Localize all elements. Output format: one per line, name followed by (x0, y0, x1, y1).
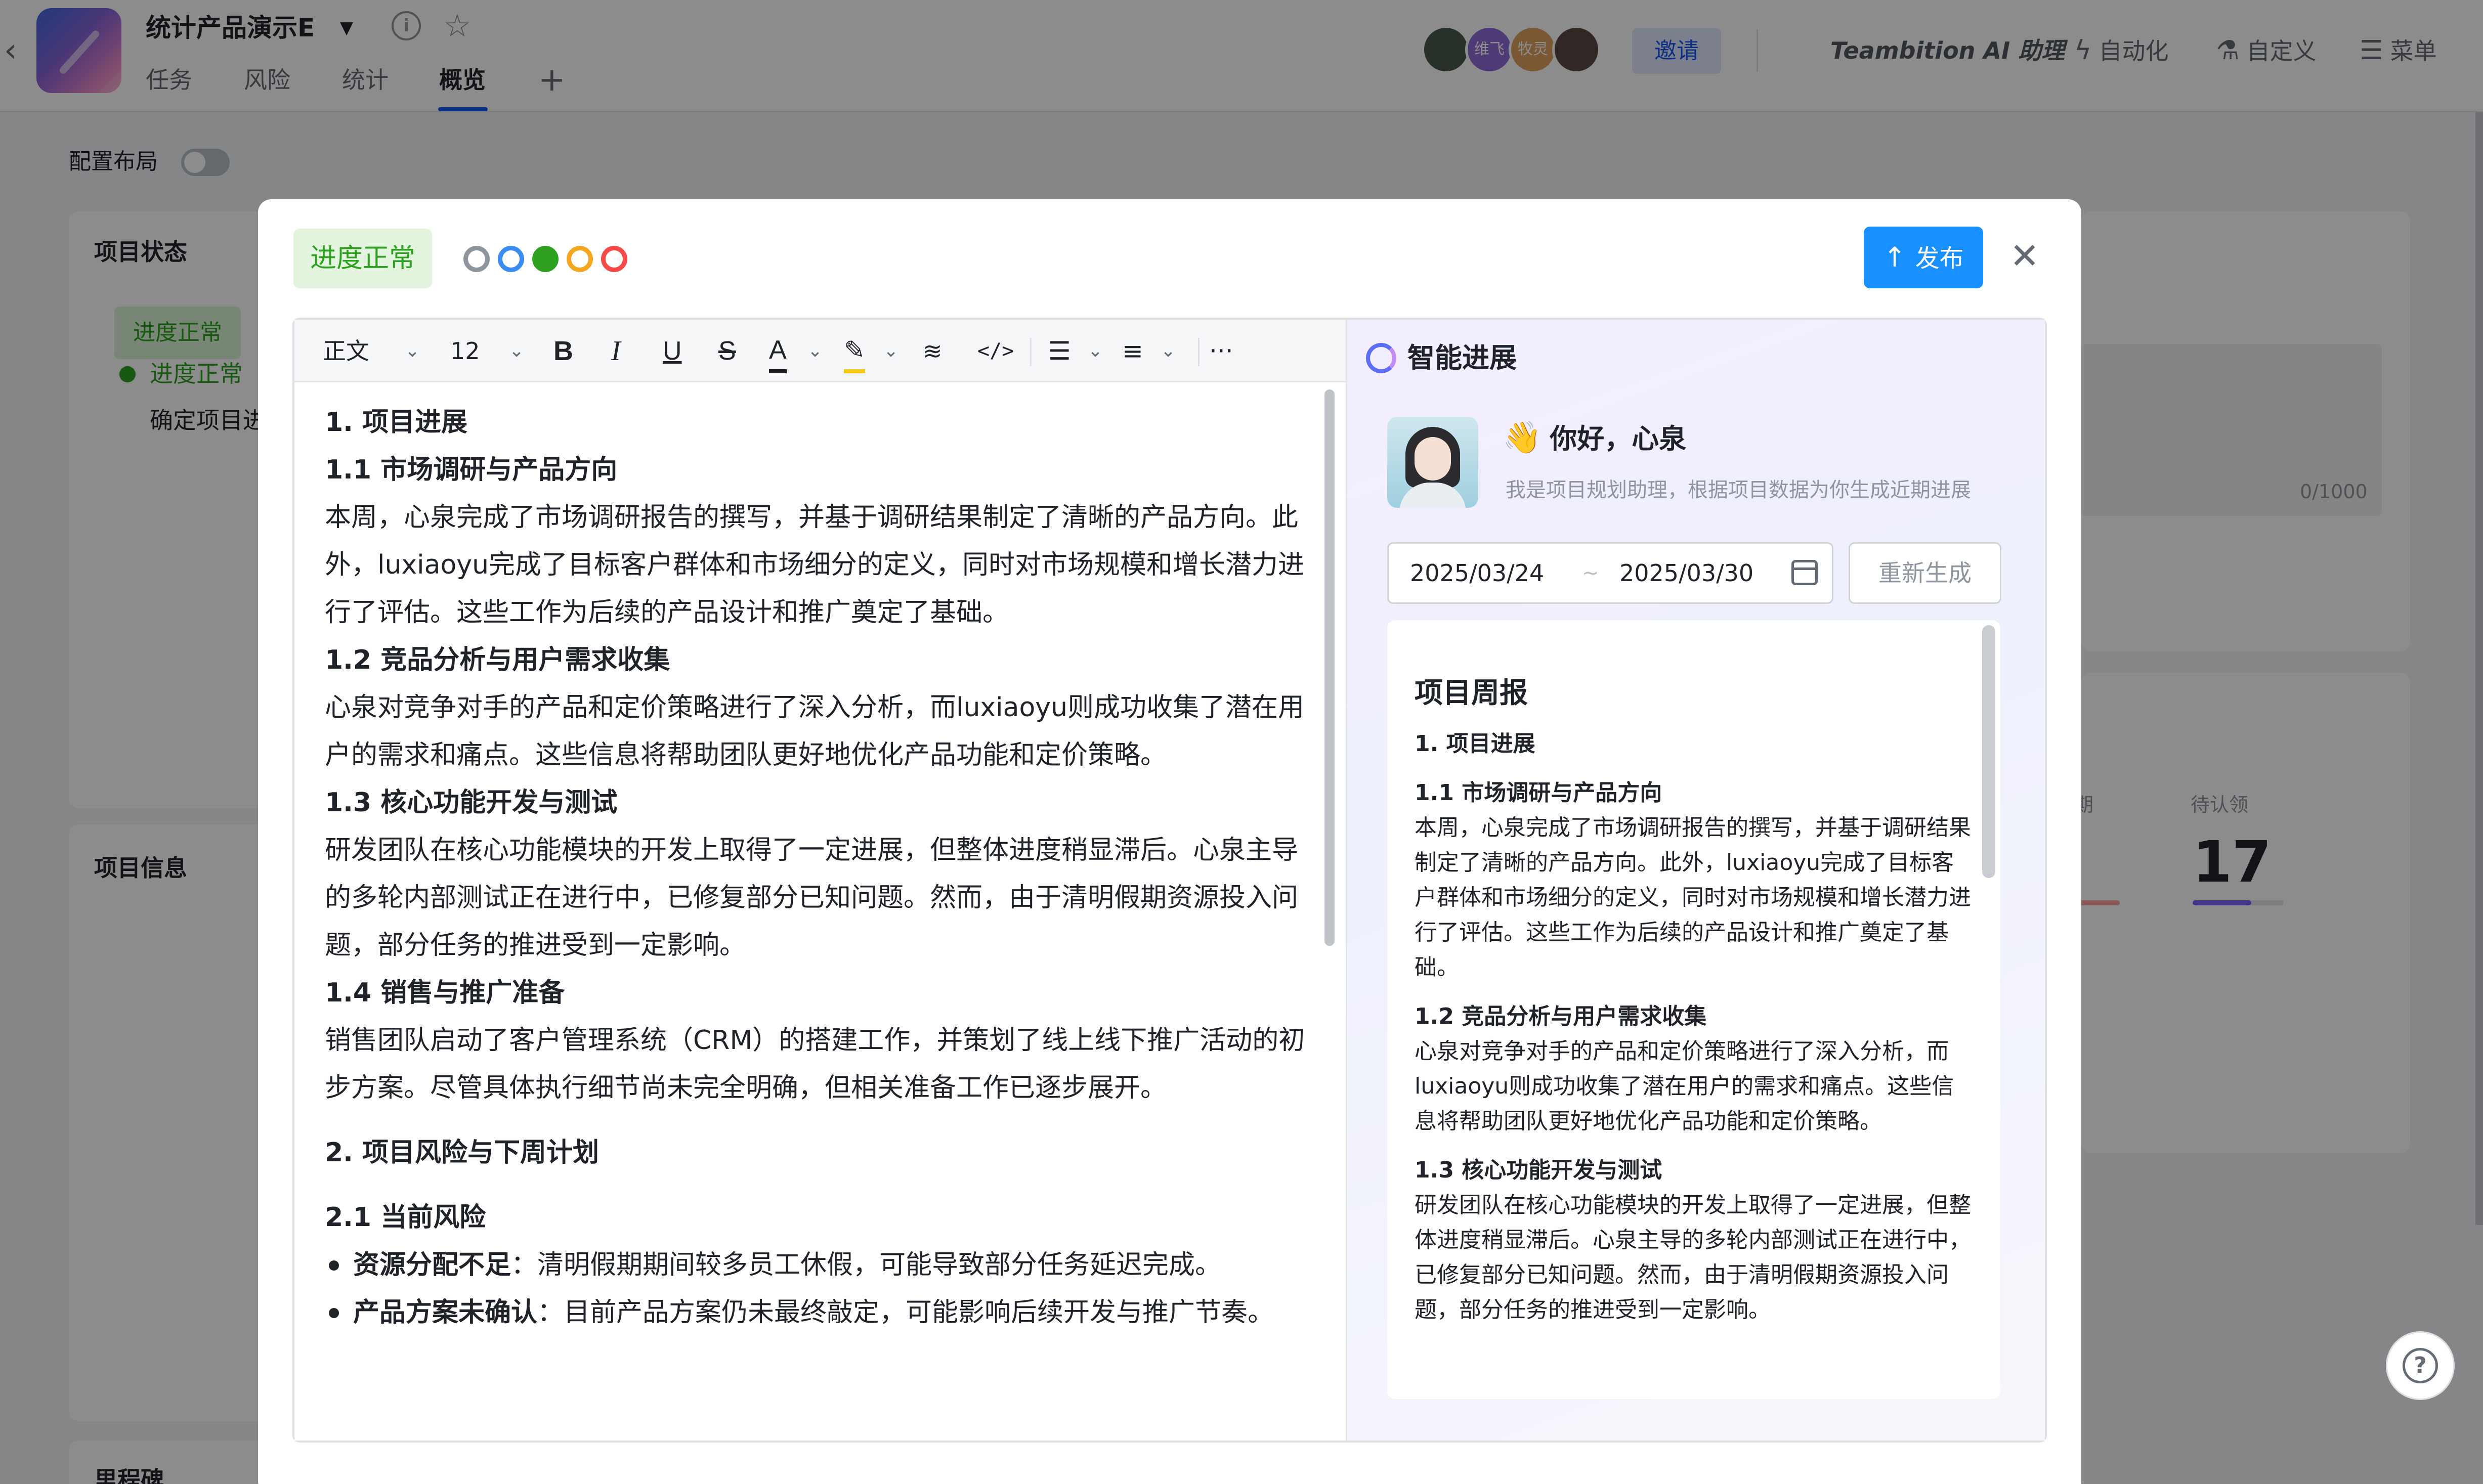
assistant-avatar (1387, 417, 1478, 508)
underline-icon[interactable]: U (663, 320, 682, 382)
rich-text-editor[interactable]: 1. 项目进展 1.1 市场调研与产品方向本周，心泉完成了市场调研报告的撰写，并基… (294, 383, 1326, 1441)
ai-panel-title: 智能进展 (1407, 342, 1517, 374)
calendar-icon[interactable] (1791, 560, 1818, 585)
risk-text: ：清明假期期间较多员工休假，可能导致部分任务延迟完成。 (511, 1250, 1222, 1280)
chevron-down-icon[interactable]: ⌄ (405, 320, 420, 382)
assistant-greeting: 👋 你好，心泉 (1503, 415, 1686, 462)
help-button[interactable]: ? (2386, 1331, 2455, 1400)
section-heading: 1.2 竞品分析与用户需求收集 (325, 645, 670, 675)
toolbar-divider (1030, 338, 1032, 366)
risk-label: 资源分配不足 (353, 1250, 511, 1280)
risk-list-item: 资源分配不足：清明假期期间较多员工休假，可能导致部分任务延迟完成。 (325, 1241, 1316, 1289)
section-heading: 1.3 核心功能开发与测试 (325, 788, 618, 818)
waving-hand-icon: 👋 (1503, 419, 1542, 456)
greeting-text: 你好，心泉 (1550, 423, 1687, 455)
format-painter-icon[interactable]: ≋ (923, 320, 943, 382)
chevron-down-icon[interactable]: ⌄ (807, 320, 823, 382)
section-heading: 2. 项目风险与下周计划 (325, 1138, 600, 1168)
strikethrough-icon[interactable]: S (718, 320, 736, 382)
assistant-subtitle: 我是项目规划助理，根据项目数据为你生成近期进展 (1506, 478, 1971, 502)
chevron-down-icon[interactable]: ⌄ (1161, 320, 1176, 382)
report-content: 项目周报 1. 项目进展 1.1 市场调研与产品方向本周，心泉完成了市场调研报告的… (1415, 671, 1971, 1327)
date-start[interactable]: 2025/03/24 (1410, 544, 1544, 602)
status-dot-red[interactable] (601, 246, 627, 272)
bullet-list-icon[interactable]: ☰ (1048, 320, 1071, 382)
italic-icon[interactable]: I (611, 320, 621, 382)
modal-status-tag[interactable]: 进度正常 (293, 229, 432, 288)
risk-text: ：目前产品方案仍未最终敲定，可能影响后续开发与推广节奏。 (537, 1297, 1274, 1328)
date-end[interactable]: 2025/03/30 (1619, 544, 1753, 602)
chevron-down-icon[interactable]: ⌄ (883, 320, 898, 382)
more-icon[interactable]: ··· (1209, 320, 1233, 382)
publish-label: 发布 (1915, 244, 1964, 273)
ai-spinner-icon (1366, 343, 1396, 373)
section-heading: 1.4 销售与推广准备 (325, 978, 565, 1008)
section-heading: 1.1 市场调研与产品方向 (325, 455, 618, 485)
editor-content[interactable]: 1. 项目进展 1.1 市场调研与产品方向本周，心泉完成了市场调研报告的撰写，并基… (325, 399, 1316, 1336)
date-separator: ~ (1582, 561, 1599, 585)
report-scrollbar[interactable] (1982, 625, 1995, 878)
risk-label: 产品方案未确认 (353, 1297, 538, 1328)
section-paragraph: 研发团队在核心功能模块的开发上取得了一定进展，但整体进度稍显滞后。心泉主导的多轮… (325, 835, 1299, 961)
report-heading: 1.3 核心功能开发与测试 (1415, 1157, 1662, 1183)
publish-button[interactable]: ↑ 发布 (1864, 227, 1983, 288)
report-title: 项目周报 (1415, 677, 1528, 710)
report-heading: 1. 项目进展 (1415, 731, 1535, 757)
editor-toolbar: 正文 ⌄ 12 ⌄ B I U S A ⌄ ✎ ⌄ ≋ </> ☰ ⌄ ≡ ⌄ … (294, 320, 1346, 382)
bold-icon[interactable]: B (553, 320, 573, 382)
editor-scrollbar[interactable] (1324, 389, 1335, 946)
report-heading: 1.1 市场调研与产品方向 (1415, 780, 1662, 806)
font-size-select[interactable]: 12 (450, 320, 480, 382)
numbered-list-icon[interactable]: ≡ (1122, 320, 1143, 382)
date-range-picker[interactable]: 2025/03/24 ~ 2025/03/30 (1387, 542, 1833, 604)
font-color-icon[interactable]: A (769, 325, 787, 373)
chevron-down-icon[interactable]: ⌄ (1088, 320, 1103, 382)
section-paragraph: 本周，心泉完成了市场调研报告的撰写，并基于调研结果制定了清晰的产品方向。此外，l… (325, 502, 1305, 628)
chevron-down-icon[interactable]: ⌄ (509, 320, 524, 382)
status-dot-gray[interactable] (463, 246, 490, 272)
section-paragraph: 销售团队启动了客户管理系统（CRM）的搭建工作，并策划了线上线下推广活动的初步方… (325, 1025, 1305, 1103)
status-dot-blue[interactable] (498, 246, 524, 272)
status-dot-orange[interactable] (567, 246, 593, 272)
weekly-report-preview[interactable]: 项目周报 1. 项目进展 1.1 市场调研与产品方向本周，心泉完成了市场调研报告的… (1387, 620, 2000, 1399)
question-icon: ? (2403, 1348, 2438, 1383)
code-icon[interactable]: </> (977, 320, 1014, 382)
upload-arrow-icon: ↑ (1883, 241, 1906, 273)
section-heading: 1. 项目进展 (325, 407, 468, 438)
regenerate-button[interactable]: 重新生成 (1849, 542, 2001, 604)
status-dot-green-selected[interactable] (532, 246, 559, 272)
report-paragraph: 本周，心泉完成了市场调研报告的撰写，并基于调研结果制定了清晰的产品方向。此外，l… (1415, 815, 1971, 980)
text-style-select[interactable]: 正文 (323, 320, 369, 382)
section-heading: 2.1 当前风险 (325, 1202, 486, 1233)
report-heading: 1.2 竞品分析与用户需求收集 (1415, 1003, 1707, 1029)
report-paragraph: 心泉对竞争对手的产品和定价策略进行了深入分析，而luxiaoyu则成功收集了潜在… (1415, 1038, 1954, 1134)
highlight-icon[interactable]: ✎ (844, 325, 865, 373)
toolbar-divider (1198, 338, 1200, 366)
close-icon[interactable]: ✕ (2004, 236, 2045, 276)
risk-list-item: 产品方案未确认：目前产品方案仍未最终敲定，可能影响后续开发与推广节奏。 (325, 1289, 1316, 1336)
report-paragraph: 研发团队在核心功能模块的开发上取得了一定进展，但整体进度稍显滞后。心泉主导的多轮… (1415, 1192, 1971, 1323)
section-paragraph: 心泉对竞争对手的产品和定价策略进行了深入分析，而luxiaoyu则成功收集了潜在… (325, 692, 1305, 770)
